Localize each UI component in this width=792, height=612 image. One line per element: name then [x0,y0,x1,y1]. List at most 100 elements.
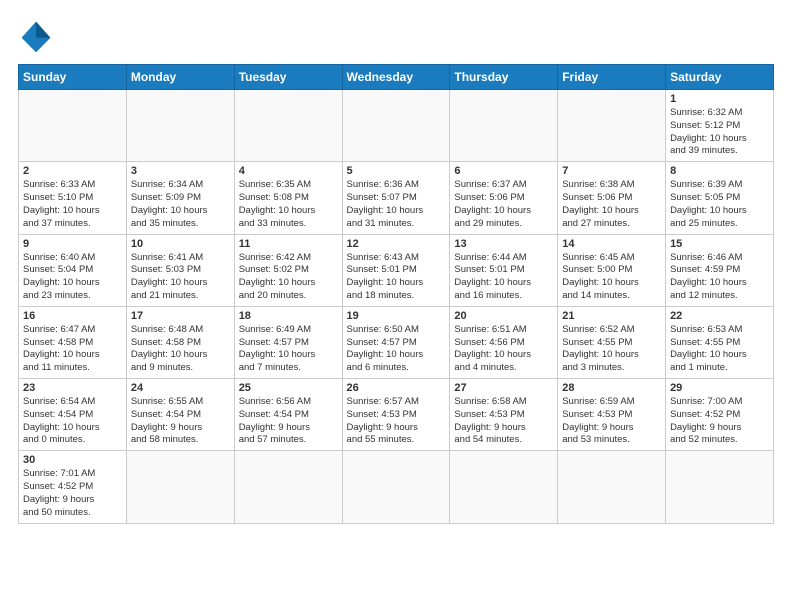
day-number: 11 [239,238,338,250]
calendar-cell [126,451,234,523]
day-number: 10 [131,238,230,250]
day-number: 29 [670,382,769,394]
day-info: Sunrise: 6:39 AM Sunset: 5:05 PM Dayligh… [670,179,769,230]
day-info: Sunrise: 6:40 AM Sunset: 5:04 PM Dayligh… [23,252,122,303]
weekday-header-monday: Monday [126,65,234,90]
day-number: 19 [347,310,446,322]
calendar-cell [558,451,666,523]
calendar-cell: 14Sunrise: 6:45 AM Sunset: 5:00 PM Dayli… [558,234,666,306]
day-number: 26 [347,382,446,394]
calendar-cell: 3 Sunrise: 6:34 AM Sunset: 5:09 PM Daylig… [126,162,234,234]
calendar-cell: 22 Sunrise: 6:53 AM Sunset: 4:55 PM Dayli… [666,306,774,378]
weekday-header-thursday: Thursday [450,65,558,90]
day-number: 13 [454,238,553,250]
calendar-table: SundayMondayTuesdayWednesdayThursdayFrid… [18,64,774,524]
day-info: Sunrise: 6:46 AM Sunset: 4:59 PM Dayligh… [670,252,769,303]
calendar-cell: 2 Sunrise: 6:33 AM Sunset: 5:10 PM Daylig… [19,162,127,234]
day-number: 21 [562,310,661,322]
day-number: 2 [23,165,122,177]
day-info: Sunrise: 6:38 AM Sunset: 5:06 PM Dayligh… [562,179,661,230]
calendar-cell: 6 Sunrise: 6:37 AM Sunset: 5:06 PM Daylig… [450,162,558,234]
calendar-cell: 7Sunrise: 6:38 AM Sunset: 5:06 PM Daylig… [558,162,666,234]
day-info: Sunrise: 6:58 AM Sunset: 4:53 PM Dayligh… [454,396,553,447]
day-number: 1 [670,93,769,105]
day-info: Sunrise: 6:33 AM Sunset: 5:10 PM Dayligh… [23,179,122,230]
day-number: 20 [454,310,553,322]
day-number: 6 [454,165,553,177]
calendar-cell: 27 Sunrise: 6:58 AM Sunset: 4:53 PM Dayli… [450,379,558,451]
calendar-cell: 17 Sunrise: 6:48 AM Sunset: 4:58 PM Dayli… [126,306,234,378]
calendar-row: 23Sunrise: 6:54 AM Sunset: 4:54 PM Dayli… [19,379,774,451]
weekday-header-tuesday: Tuesday [234,65,342,90]
calendar-cell: 12 Sunrise: 6:43 AM Sunset: 5:01 PM Dayli… [342,234,450,306]
calendar-cell: 1 Sunrise: 6:32 AM Sunset: 5:12 PM Daylig… [666,90,774,162]
calendar-cell: 23Sunrise: 6:54 AM Sunset: 4:54 PM Dayli… [19,379,127,451]
logo [18,18,58,54]
day-number: 3 [131,165,230,177]
calendar-cell [234,451,342,523]
day-number: 12 [347,238,446,250]
calendar-cell: 5 Sunrise: 6:36 AM Sunset: 5:07 PM Daylig… [342,162,450,234]
calendar-row: 2 Sunrise: 6:33 AM Sunset: 5:10 PM Daylig… [19,162,774,234]
calendar-cell [126,90,234,162]
calendar-cell [450,451,558,523]
calendar-cell: 30Sunrise: 7:01 AM Sunset: 4:52 PM Dayli… [19,451,127,523]
day-info: Sunrise: 6:32 AM Sunset: 5:12 PM Dayligh… [670,107,769,158]
calendar-cell [342,451,450,523]
day-info: Sunrise: 6:44 AM Sunset: 5:01 PM Dayligh… [454,252,553,303]
calendar-cell: 8Sunrise: 6:39 AM Sunset: 5:05 PM Daylig… [666,162,774,234]
day-info: Sunrise: 6:37 AM Sunset: 5:06 PM Dayligh… [454,179,553,230]
day-info: Sunrise: 6:47 AM Sunset: 4:58 PM Dayligh… [23,324,122,375]
day-info: Sunrise: 6:36 AM Sunset: 5:07 PM Dayligh… [347,179,446,230]
day-number: 28 [562,382,661,394]
calendar-cell [342,90,450,162]
calendar-cell: 18 Sunrise: 6:49 AM Sunset: 4:57 PM Dayli… [234,306,342,378]
day-info: Sunrise: 6:52 AM Sunset: 4:55 PM Dayligh… [562,324,661,375]
calendar-cell: 24Sunrise: 6:55 AM Sunset: 4:54 PM Dayli… [126,379,234,451]
calendar-cell: 13 Sunrise: 6:44 AM Sunset: 5:01 PM Dayli… [450,234,558,306]
day-info: Sunrise: 6:41 AM Sunset: 5:03 PM Dayligh… [131,252,230,303]
day-info: Sunrise: 6:43 AM Sunset: 5:01 PM Dayligh… [347,252,446,303]
calendar-row: 16 Sunrise: 6:47 AM Sunset: 4:58 PM Dayli… [19,306,774,378]
day-number: 25 [239,382,338,394]
calendar-cell: 15 Sunrise: 6:46 AM Sunset: 4:59 PM Dayli… [666,234,774,306]
page: SundayMondayTuesdayWednesdayThursdayFrid… [0,0,792,534]
calendar-cell: 29 Sunrise: 7:00 AM Sunset: 4:52 PM Dayli… [666,379,774,451]
day-info: Sunrise: 6:42 AM Sunset: 5:02 PM Dayligh… [239,252,338,303]
day-number: 30 [23,454,122,466]
day-info: Sunrise: 6:34 AM Sunset: 5:09 PM Dayligh… [131,179,230,230]
header [18,18,774,54]
day-info: Sunrise: 6:50 AM Sunset: 4:57 PM Dayligh… [347,324,446,375]
calendar-row: 30Sunrise: 7:01 AM Sunset: 4:52 PM Dayli… [19,451,774,523]
day-info: Sunrise: 6:35 AM Sunset: 5:08 PM Dayligh… [239,179,338,230]
calendar-cell: 25 Sunrise: 6:56 AM Sunset: 4:54 PM Dayli… [234,379,342,451]
day-number: 22 [670,310,769,322]
day-number: 4 [239,165,338,177]
day-info: Sunrise: 6:56 AM Sunset: 4:54 PM Dayligh… [239,396,338,447]
calendar-cell: 16 Sunrise: 6:47 AM Sunset: 4:58 PM Dayli… [19,306,127,378]
logo-icon [18,18,54,54]
calendar-cell [450,90,558,162]
calendar-row: 9Sunrise: 6:40 AM Sunset: 5:04 PM Daylig… [19,234,774,306]
day-number: 5 [347,165,446,177]
day-number: 27 [454,382,553,394]
weekday-header-row: SundayMondayTuesdayWednesdayThursdayFrid… [19,65,774,90]
day-info: Sunrise: 6:59 AM Sunset: 4:53 PM Dayligh… [562,396,661,447]
weekday-header-sunday: Sunday [19,65,127,90]
day-info: Sunrise: 6:48 AM Sunset: 4:58 PM Dayligh… [131,324,230,375]
calendar-cell: 26Sunrise: 6:57 AM Sunset: 4:53 PM Dayli… [342,379,450,451]
day-info: Sunrise: 7:00 AM Sunset: 4:52 PM Dayligh… [670,396,769,447]
calendar-cell: 20Sunrise: 6:51 AM Sunset: 4:56 PM Dayli… [450,306,558,378]
day-number: 15 [670,238,769,250]
weekday-header-wednesday: Wednesday [342,65,450,90]
day-info: Sunrise: 6:53 AM Sunset: 4:55 PM Dayligh… [670,324,769,375]
day-number: 16 [23,310,122,322]
day-info: Sunrise: 6:49 AM Sunset: 4:57 PM Dayligh… [239,324,338,375]
day-info: Sunrise: 6:54 AM Sunset: 4:54 PM Dayligh… [23,396,122,447]
day-number: 18 [239,310,338,322]
calendar-row: 1 Sunrise: 6:32 AM Sunset: 5:12 PM Daylig… [19,90,774,162]
day-info: Sunrise: 6:55 AM Sunset: 4:54 PM Dayligh… [131,396,230,447]
day-number: 17 [131,310,230,322]
calendar-cell [666,451,774,523]
calendar-cell [558,90,666,162]
